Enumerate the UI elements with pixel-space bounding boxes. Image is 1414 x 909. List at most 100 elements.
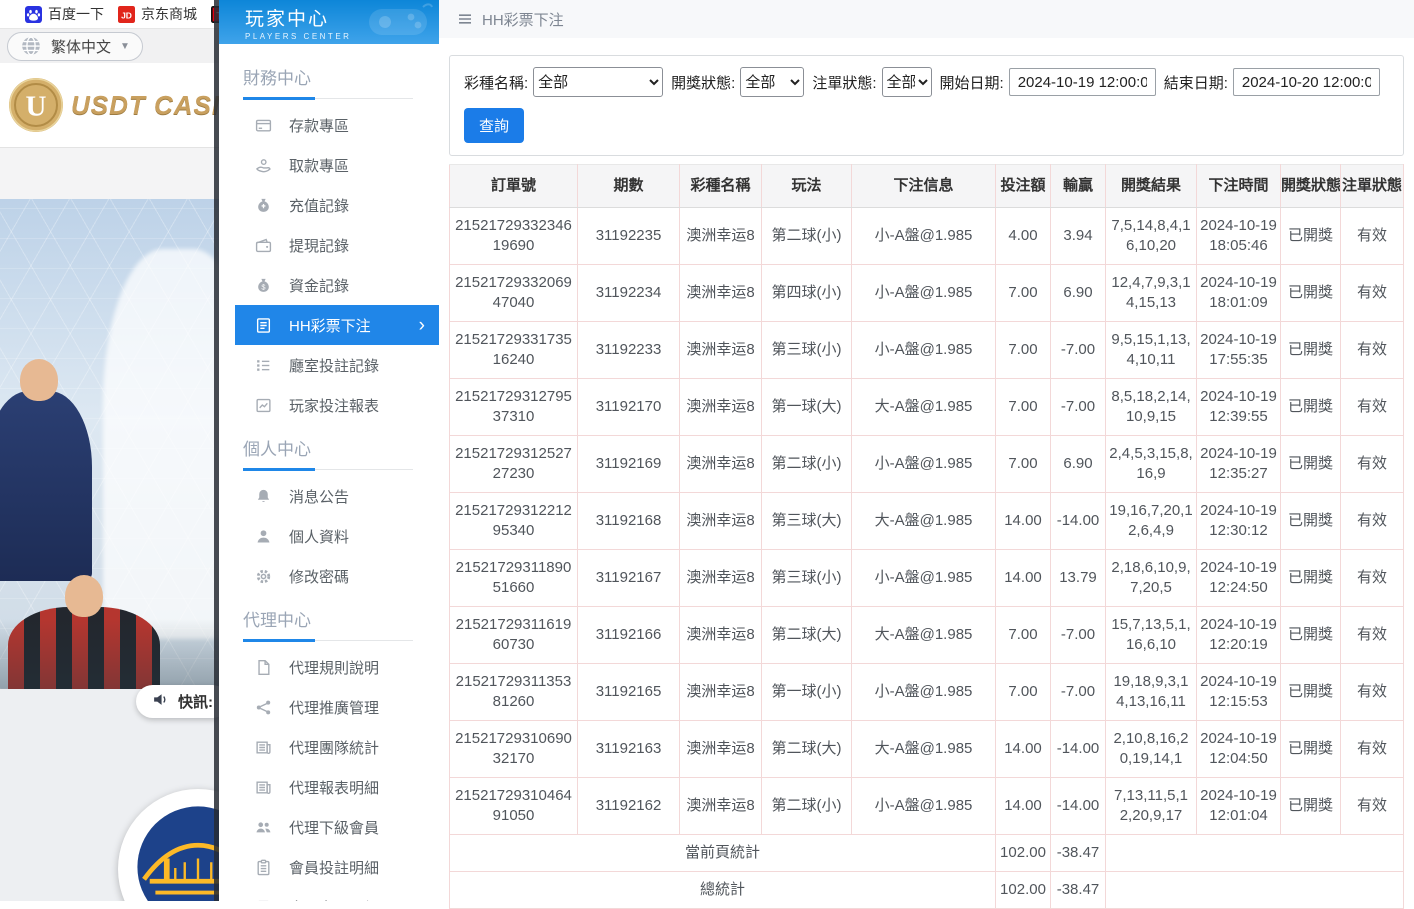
panel-edge [214, 0, 219, 901]
gamepad-icon [361, 1, 435, 43]
main-content: HH彩票下注 彩種名稱: 全部 開獎狀態: 全部 注單狀態: 全部 開始日期: … [439, 0, 1414, 901]
order-status-select[interactable]: 全部 [882, 67, 932, 97]
sidebar-item-代理下級會員[interactable]: 代理下級會員 [219, 807, 439, 847]
site-logo[interactable]: U USDT CASINO [0, 63, 219, 147]
cell-draw-result: 7,5,14,8,4,16,10,20 [1106, 208, 1197, 265]
sidebar-item-代理規則說明[interactable]: 代理規則說明 [219, 647, 439, 687]
cell-bet-amount: 4.00 [996, 208, 1051, 265]
sidebar-item-存款專區[interactable]: 存款專區 [219, 105, 439, 145]
end-date-input[interactable] [1233, 68, 1380, 96]
section-title: 代理中心 [219, 596, 439, 641]
sidebar-item-廳室投註記錄[interactable]: 廳室投註記錄 [219, 345, 439, 385]
cell-play-type: 第二球(小) [762, 436, 852, 493]
cell-play-type: 第四球(小) [762, 265, 852, 322]
cell-play-type: 第二球(大) [762, 607, 852, 664]
cell-draw-status: 已開獎 [1281, 322, 1341, 379]
sidebar-item-玩家投注報表[interactable]: 玩家投注報表 [219, 385, 439, 425]
cell-bet-time: 2024-10-19 12:39:55 [1197, 379, 1281, 436]
sidebar-item-資金記錄[interactable]: $資金記錄 [219, 265, 439, 305]
sidebar-item-label: 取款專區 [289, 155, 349, 176]
search-button[interactable]: 查詢 [464, 108, 524, 143]
total-empty [1106, 835, 1404, 872]
cell-lottery-name: 澳洲幸运8 [680, 721, 762, 778]
lottery-select[interactable]: 全部 [533, 67, 663, 97]
news-ticker[interactable]: 快訊: [136, 685, 219, 718]
cell-draw-status: 已開獎 [1281, 265, 1341, 322]
sidebar-item-消息公告[interactable]: 消息公告 [219, 476, 439, 516]
cell-draw-status: 已開獎 [1281, 778, 1341, 835]
cell-bet-info: 小-A盤@1.985 [852, 436, 996, 493]
sidebar-item-會員投註明細[interactable]: 會員投註明細 [219, 847, 439, 887]
sidebar-item-label: 會員投註明細 [289, 857, 379, 878]
cell-bet-time: 2024-10-19 12:01:04 [1197, 778, 1281, 835]
cell-order-no: 2152172931279537310 [450, 379, 578, 436]
sidebar-item-取款專區[interactable]: 取款專區 [219, 145, 439, 185]
cell-order-no: 2152172931161960730 [450, 607, 578, 664]
col-header-order-status: 注單狀態 [1341, 165, 1404, 208]
sidebar-item-個人資料[interactable]: 個人資料 [219, 516, 439, 556]
total-win-loss: -38.47 [1051, 835, 1106, 872]
cell-lottery-name: 澳洲幸运8 [680, 493, 762, 550]
chevron-down-icon: ▼ [120, 41, 130, 52]
cell-bet-info: 小-A盤@1.985 [852, 265, 996, 322]
cell-period: 31192169 [578, 436, 680, 493]
cell-bet-time: 2024-10-19 18:01:09 [1197, 265, 1281, 322]
sidebar-item-label: 存款專區 [289, 115, 349, 136]
pitch-shadow [0, 619, 219, 689]
sidebar-item-代理推廣管理[interactable]: 代理推廣管理 [219, 687, 439, 727]
sidebar-item-修改密碼[interactable]: 修改密碼 [219, 556, 439, 596]
cell-lottery-name: 澳洲幸运8 [680, 778, 762, 835]
sidebar-item-代理團隊統計[interactable]: 代理團隊統計 [219, 727, 439, 767]
cell-win-loss: -14.00 [1051, 493, 1106, 550]
member-bets-icon [255, 859, 272, 876]
cell-win-loss: 3.94 [1051, 208, 1106, 265]
cell-draw-status: 已開獎 [1281, 436, 1341, 493]
usdt-coin-icon: U [8, 77, 64, 133]
draw-status-select[interactable]: 全部 [740, 67, 804, 97]
cell-period: 31192168 [578, 493, 680, 550]
cell-play-type: 第三球(小) [762, 550, 852, 607]
cell-period: 31192167 [578, 550, 680, 607]
player-figure [0, 391, 92, 581]
rules-doc-icon [255, 659, 272, 676]
table-row: 215217293320694704031192234澳洲幸运8第四球(小)小-… [450, 265, 1404, 322]
filter-panel: 彩種名稱: 全部 開獎狀態: 全部 注單狀態: 全部 開始日期: 結束日期: 查… [449, 55, 1404, 156]
cell-order-no: 2152172931135381260 [450, 664, 578, 721]
cell-bet-amount: 7.00 [996, 436, 1051, 493]
sidebar-item-充值記錄[interactable]: 充值記錄 [219, 185, 439, 225]
footer-area [0, 689, 219, 901]
cell-order-no: 2152172931069032170 [450, 721, 578, 778]
sidebar-item-HH彩票下注[interactable]: HH彩票下注› [235, 305, 439, 345]
bookmark-item[interactable]: 百度一下 [25, 4, 104, 24]
start-date-input[interactable] [1009, 68, 1156, 96]
bookmark-item[interactable]: JD京东商城 [118, 4, 197, 24]
hamburger-icon[interactable] [457, 11, 473, 27]
language-selector[interactable]: 繁体中文 ▼ [7, 32, 143, 61]
cell-draw-status: 已開獎 [1281, 607, 1341, 664]
cell-bet-amount: 14.00 [996, 493, 1051, 550]
total-label: 總統計 [450, 872, 996, 909]
total-bet-amount: 102.00 [996, 872, 1051, 909]
cell-order-status: 有效 [1341, 265, 1404, 322]
col-header-order-no: 訂單號 [450, 165, 578, 208]
section-title: 個人中心 [219, 425, 439, 470]
report-detail-icon [255, 779, 272, 796]
cell-order-status: 有效 [1341, 493, 1404, 550]
sidebar-item-label: 代理推廣管理 [289, 697, 379, 718]
cell-order-no: 2152172931046491050 [450, 778, 578, 835]
cell-draw-result: 2,4,5,3,15,8,16,9 [1106, 436, 1197, 493]
sidebar-item-提現記錄[interactable]: 提現記錄 [219, 225, 439, 265]
cell-bet-amount: 14.00 [996, 721, 1051, 778]
cell-win-loss: -7.00 [1051, 664, 1106, 721]
cell-draw-status: 已開獎 [1281, 664, 1341, 721]
sidebar-item-label: 消息公告 [289, 486, 349, 507]
cell-draw-status: 已開獎 [1281, 550, 1341, 607]
cell-bet-info: 小-A盤@1.985 [852, 322, 996, 379]
sidebar-item-會員交易明細[interactable]: 會員交易明細 [219, 887, 439, 901]
col-header-draw-result: 開獎結果 [1106, 165, 1197, 208]
sidebar-item-代理報表明細[interactable]: 代理報表明細 [219, 767, 439, 807]
cell-order-status: 有效 [1341, 436, 1404, 493]
cell-draw-status: 已開獎 [1281, 379, 1341, 436]
header-row: 訂單號期數彩種名稱玩法下注信息投注額輸贏開獎結果下注時間開獎狀態注單狀態 [450, 165, 1404, 208]
cell-draw-result: 9,5,15,1,13,4,10,11 [1106, 322, 1197, 379]
